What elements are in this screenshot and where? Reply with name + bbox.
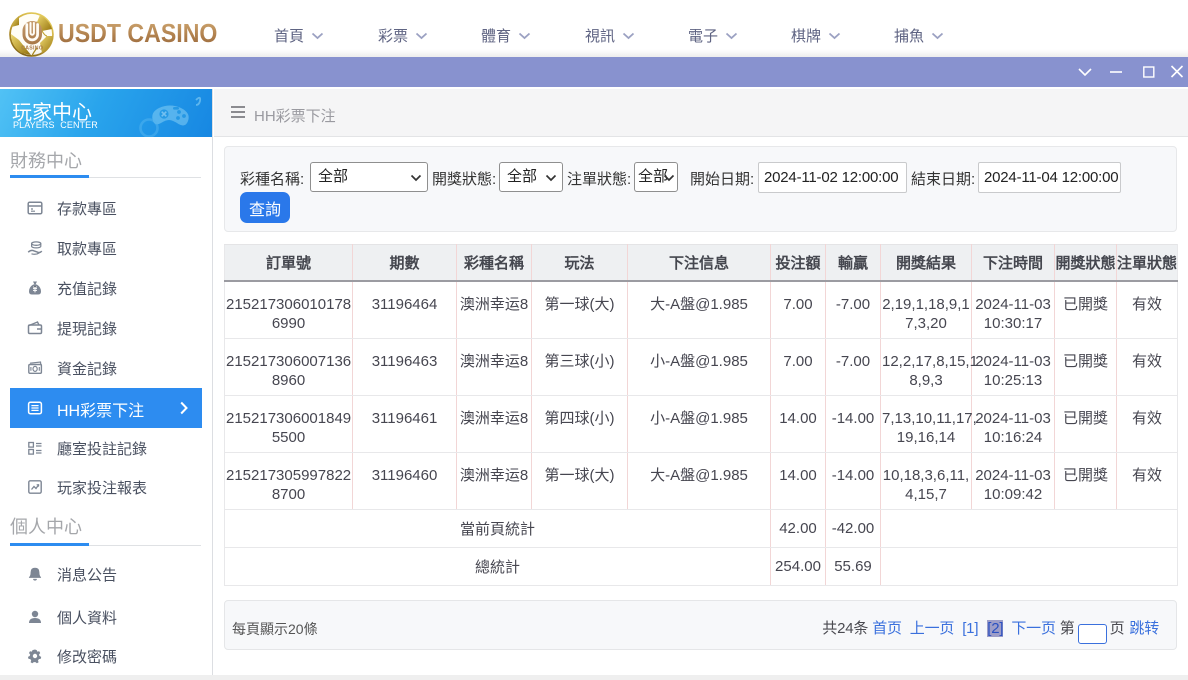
svg-text:CASINO: CASINO xyxy=(21,46,43,52)
